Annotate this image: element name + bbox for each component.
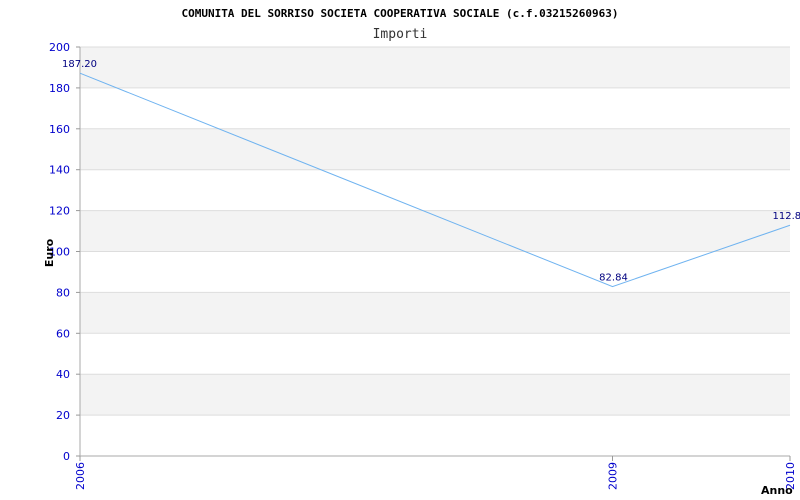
series-importi	[79, 72, 791, 288]
y-tick-label: 20	[56, 409, 70, 422]
line-chart: COMUNITA DEL SORRISO SOCIETA COOPERATIVA…	[43, 7, 800, 497]
y-tick-label: 60	[56, 327, 70, 340]
x-axis-ticks: 2006 2009 2010	[74, 456, 797, 490]
y-tick-label: 140	[49, 164, 70, 177]
series-line	[79, 72, 791, 288]
plot-bands	[80, 47, 790, 416]
x-axis-label: Anno	[761, 484, 793, 497]
data-label: 187.20	[62, 59, 97, 70]
y-tick-label: 120	[49, 205, 70, 218]
y-tick-label: 40	[56, 368, 70, 381]
y-tick-label: 160	[49, 123, 70, 136]
y-axis-label: Euro	[43, 238, 56, 267]
x-tick-label: 2006	[74, 462, 87, 490]
chart-subtitle: Importi	[373, 27, 428, 42]
data-label: 82.84	[599, 273, 628, 284]
x-tick-label: 2009	[607, 462, 620, 490]
plot-band	[80, 374, 790, 416]
y-tick-label: 80	[56, 286, 70, 299]
plot-band	[80, 47, 790, 88]
y-tick-label: 200	[49, 41, 70, 54]
y-tick-label: 180	[49, 82, 70, 95]
data-label: 112.84	[773, 211, 800, 222]
chart-title: COMUNITA DEL SORRISO SOCIETA COOPERATIVA…	[181, 7, 618, 20]
plot-band	[80, 210, 790, 252]
plot-band	[80, 128, 790, 170]
y-tick-label: 0	[63, 450, 70, 463]
plot-band	[80, 292, 790, 334]
